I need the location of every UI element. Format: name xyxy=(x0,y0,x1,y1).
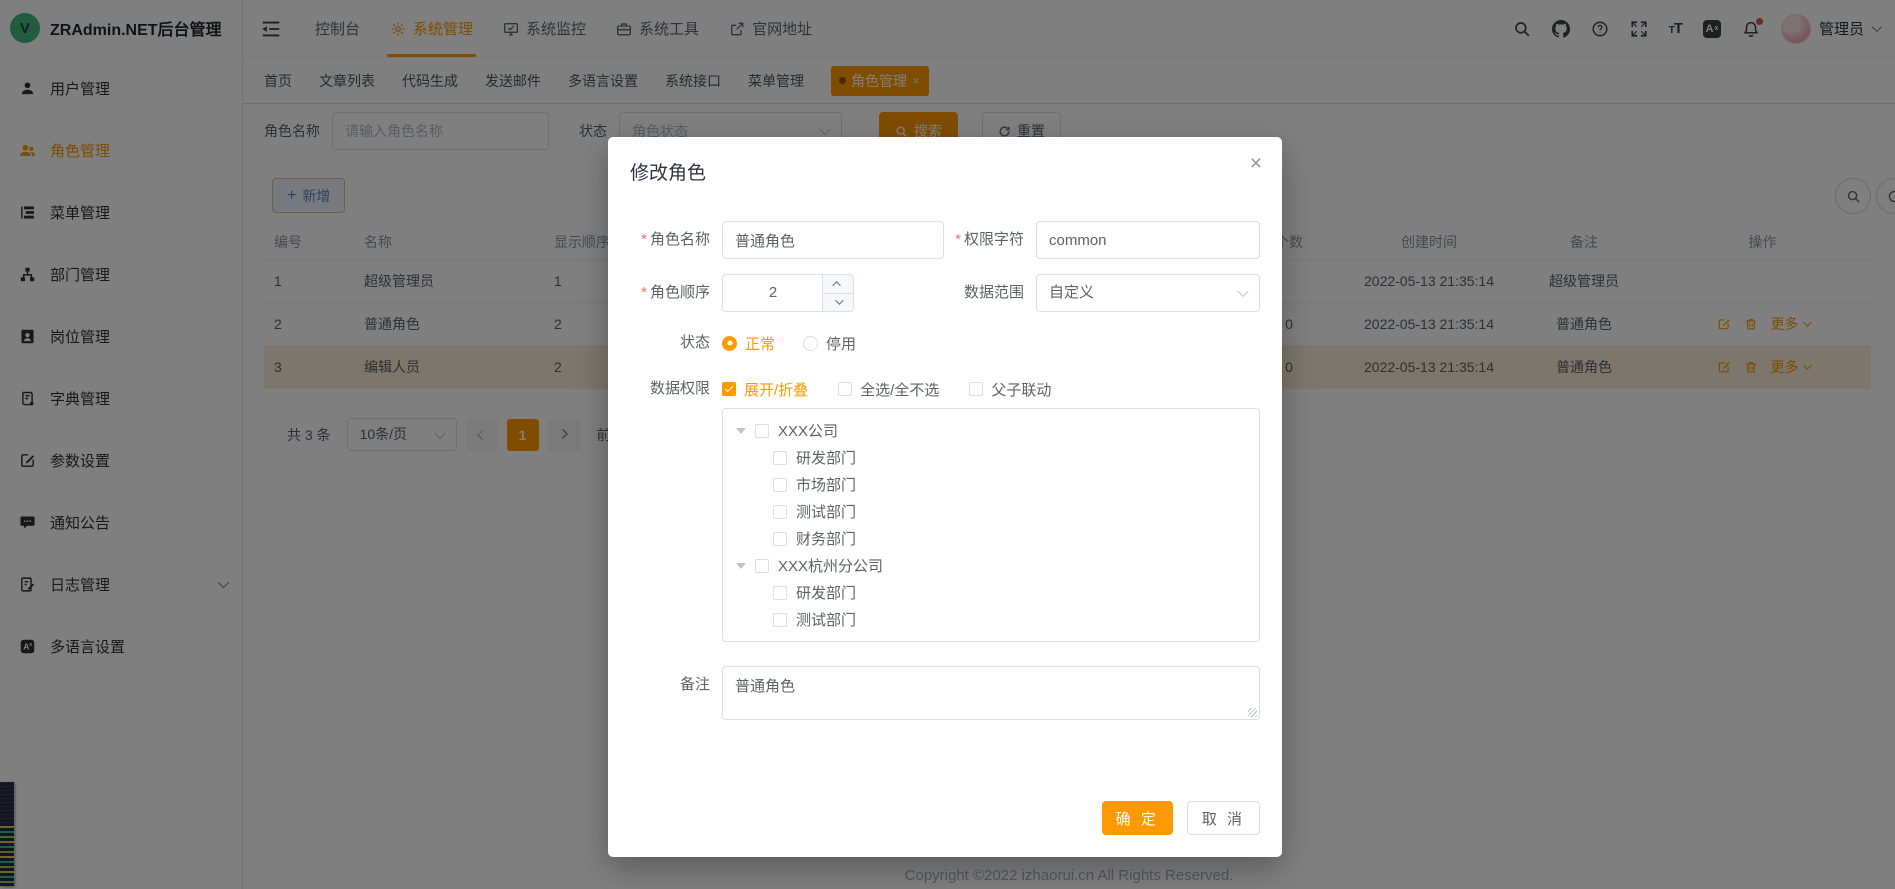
role-order-stepper[interactable]: 2 xyxy=(722,274,854,312)
stepper-controls xyxy=(822,275,853,311)
perm-string-label: *权限字符 xyxy=(944,221,1036,259)
cancel-button[interactable]: 取 消 xyxy=(1187,801,1260,835)
required-asterisk: * xyxy=(641,231,647,248)
chevron-up-icon xyxy=(832,281,840,289)
tree-node-branch-company[interactable]: XXX杭州分公司 xyxy=(723,552,1259,579)
status-label: 状态 xyxy=(630,333,722,353)
checkbox-label: 全选/全不选 xyxy=(860,379,939,400)
data-scope-value: 自定义 xyxy=(1049,284,1094,301)
remark-textarea[interactable]: 普通角色 xyxy=(722,666,1260,720)
tree-node-dept[interactable]: 研发部门 xyxy=(723,579,1259,606)
stepper-increase-button[interactable] xyxy=(823,275,853,294)
radio-label: 正常 xyxy=(745,333,775,354)
checkbox-icon[interactable] xyxy=(773,532,787,546)
tree-node-label: 市场部门 xyxy=(796,474,856,495)
data-perm-label: 数据权限 xyxy=(630,379,722,399)
checkbox-icon[interactable] xyxy=(773,451,787,465)
tree-node-label: XXX杭州分公司 xyxy=(778,555,883,576)
checkbox-icon xyxy=(838,382,852,396)
checkbox-label: 展开/折叠 xyxy=(744,379,808,400)
dialog-footer: 确 定 取 消 xyxy=(1102,801,1260,835)
tree-node-dept[interactable]: 测试部门 xyxy=(723,498,1259,525)
checkbox-icon[interactable] xyxy=(773,478,787,492)
tree-node-label: XXX公司 xyxy=(778,420,838,441)
chevron-down-icon xyxy=(835,297,843,305)
checkbox-icon[interactable] xyxy=(755,424,769,438)
tree-node-label: 研发部门 xyxy=(796,582,856,603)
checkbox-icon xyxy=(722,382,736,396)
checkbox-icon[interactable] xyxy=(755,559,769,573)
checkbox-icon[interactable] xyxy=(773,613,787,627)
stepper-decrease-button[interactable] xyxy=(823,294,853,312)
tree-node-label: 测试部门 xyxy=(796,501,856,522)
confirm-button[interactable]: 确 定 xyxy=(1102,801,1173,835)
tree-node-dept[interactable]: 市场部门 xyxy=(723,471,1259,498)
checkbox-icon[interactable] xyxy=(773,505,787,519)
close-icon[interactable] xyxy=(1250,153,1262,174)
checkbox-parent-child-link[interactable]: 父子联动 xyxy=(969,379,1051,400)
checkbox-select-all[interactable]: 全选/全不选 xyxy=(838,379,939,400)
role-name-input[interactable] xyxy=(722,221,944,259)
checkbox-expand-collapse[interactable]: 展开/折叠 xyxy=(722,379,808,400)
edit-role-dialog: 修改角色 *角色名称 *权限字符 *角色顺序 2 xyxy=(608,137,1282,857)
remark-value: 普通角色 xyxy=(735,678,795,695)
remark-label: 备注 xyxy=(630,666,722,720)
tree-node-label: 测试部门 xyxy=(796,609,856,630)
tree-node-dept[interactable]: 财务部门 xyxy=(723,525,1259,552)
checkbox-icon[interactable] xyxy=(773,586,787,600)
status-radio-group: 正常 停用 xyxy=(722,333,884,353)
radio-normal[interactable]: 正常 xyxy=(722,333,775,354)
dept-tree: XXX公司 研发部门 市场部门 测试部门 xyxy=(722,408,1260,642)
app-root: V ZRAdmin.NET后台管理 用户管理 角色管理 菜单管理 部门管理 xyxy=(0,0,1895,889)
radio-icon xyxy=(803,336,818,351)
checkbox-icon xyxy=(969,382,983,396)
dialog-title: 修改角色 xyxy=(630,163,706,184)
role-name-label: *角色名称 xyxy=(630,221,722,259)
tree-node-dept[interactable]: 测试部门 xyxy=(723,606,1259,633)
dialog-body: *角色名称 *权限字符 *角色顺序 2 xyxy=(608,185,1282,720)
role-order-label: *角色顺序 xyxy=(630,274,722,312)
dialog-header: 修改角色 xyxy=(608,137,1282,185)
data-scope-select[interactable]: 自定义 xyxy=(1036,274,1260,312)
tree-node-label: 财务部门 xyxy=(796,528,856,549)
tree-node-dept[interactable]: 研发部门 xyxy=(723,444,1259,471)
radio-icon xyxy=(722,336,737,351)
tree-node-label: 研发部门 xyxy=(796,447,856,468)
radio-disabled[interactable]: 停用 xyxy=(803,333,856,354)
tree-spacer-label xyxy=(630,408,722,642)
data-scope-label: 数据范围 xyxy=(944,274,1036,312)
required-asterisk: * xyxy=(641,284,647,301)
tree-node-company[interactable]: XXX公司 xyxy=(723,417,1259,444)
tree-options-group: 展开/折叠 全选/全不选 父子联动 xyxy=(722,379,1081,399)
caret-down-icon[interactable] xyxy=(736,428,746,439)
required-asterisk: * xyxy=(955,231,961,248)
caret-down-icon[interactable] xyxy=(736,563,746,574)
checkbox-label: 父子联动 xyxy=(991,379,1051,400)
perm-string-input[interactable] xyxy=(1036,221,1260,259)
radio-label: 停用 xyxy=(826,333,856,354)
